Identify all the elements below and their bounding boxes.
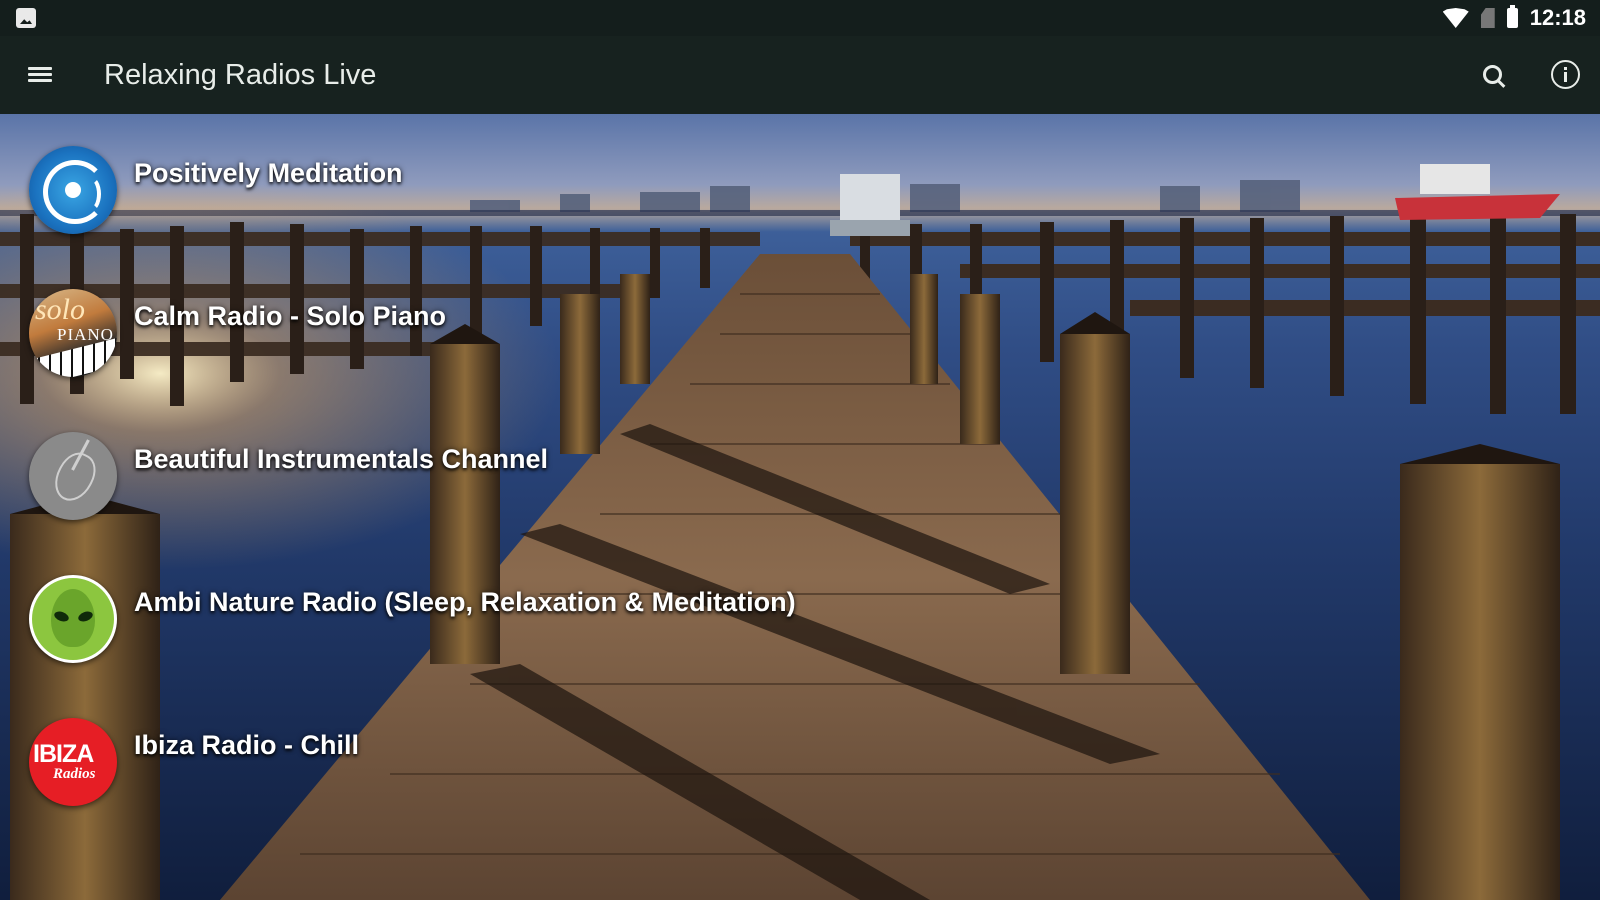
station-item-beautiful-instrumentals[interactable]: Beautiful Instrumentals Channel xyxy=(0,422,900,532)
station-item-ambi-nature-radio[interactable]: Ambi Nature Radio (Sleep, Relaxation & M… xyxy=(0,565,900,675)
search-icon[interactable] xyxy=(1480,62,1510,92)
station-name: Positively Meditation xyxy=(134,158,403,188)
app-bar: Relaxing Radios Live xyxy=(0,36,1600,114)
app-title: Relaxing Radios Live xyxy=(104,59,377,91)
status-icons: 12:18 xyxy=(1442,0,1586,36)
station-logo xyxy=(29,575,117,663)
battery-icon xyxy=(1506,5,1518,28)
status-clock: 12:18 xyxy=(1529,5,1586,30)
station-logo: IBIZA Radios xyxy=(29,718,117,806)
station-logo xyxy=(29,432,117,520)
wifi-icon xyxy=(1442,8,1469,28)
station-logo xyxy=(29,146,117,234)
station-name: Ambi Nature Radio (Sleep, Relaxation & M… xyxy=(134,587,796,617)
info-icon[interactable] xyxy=(1551,60,1580,89)
no-sim-icon xyxy=(1480,8,1495,28)
station-item-positively-meditation[interactable]: Positively Meditation xyxy=(0,136,900,246)
station-name: Calm Radio - Solo Piano xyxy=(134,301,447,331)
station-item-calm-radio-solo-piano[interactable]: solo PIANO Calm Radio - Solo Piano xyxy=(0,279,900,389)
station-name: Ibiza Radio - Chill xyxy=(134,730,360,760)
station-name: Beautiful Instrumentals Channel xyxy=(134,444,549,474)
station-item-ibiza-radio-chill[interactable]: IBIZA Radios Ibiza Radio - Chill xyxy=(0,708,900,818)
menu-icon[interactable] xyxy=(24,62,58,88)
status-bar: 12:18 xyxy=(0,0,1600,36)
station-logo: solo PIANO xyxy=(29,289,117,377)
image-notification-icon xyxy=(16,8,36,28)
